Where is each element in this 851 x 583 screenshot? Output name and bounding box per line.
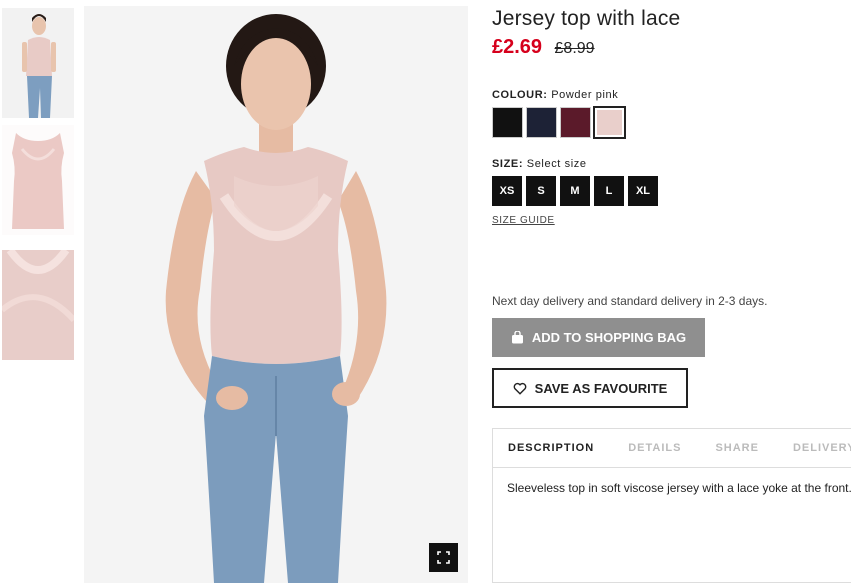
- thumbnail-top-front[interactable]: [2, 125, 74, 235]
- description-text: Sleeveless top in soft viscose jersey wi…: [507, 481, 851, 495]
- size-options: XS S M L XL: [492, 176, 662, 206]
- colour-swatches: [492, 106, 628, 139]
- price-row: £2.69 £8.99: [492, 36, 595, 59]
- size-button-xl[interactable]: XL: [628, 176, 658, 206]
- save-favourite-button[interactable]: SAVE AS FAVOURITE: [492, 368, 688, 408]
- colour-label-key: COLOUR:: [492, 89, 548, 101]
- tab-details[interactable]: DETAILS: [628, 442, 681, 454]
- tab-bar: DESCRIPTION DETAILS SHARE DELIVERY A: [493, 429, 851, 468]
- tab-share[interactable]: SHARE: [715, 442, 759, 454]
- thumbnail-image-detail: [2, 250, 74, 360]
- size-button-xs[interactable]: XS: [492, 176, 522, 206]
- size-label: SIZE: Select size: [492, 158, 587, 170]
- colour-label: COLOUR: Powder pink: [492, 89, 618, 101]
- thumbnail-model-front[interactable]: [2, 8, 74, 118]
- size-placeholder: Select size: [526, 158, 587, 170]
- price-current: £2.69: [492, 36, 543, 58]
- size-button-l[interactable]: L: [594, 176, 624, 206]
- fullscreen-icon: [437, 551, 450, 564]
- thumbnail-lace-detail[interactable]: [2, 250, 74, 360]
- tab-description[interactable]: DESCRIPTION: [508, 442, 594, 454]
- size-label-key: SIZE:: [492, 158, 524, 170]
- add-to-bag-label: ADD TO SHOPPING BAG: [531, 330, 687, 345]
- heart-icon: [513, 382, 526, 395]
- swatch-powder-pink[interactable]: [593, 106, 626, 139]
- size-button-s[interactable]: S: [526, 176, 556, 206]
- swatch-burgundy[interactable]: [560, 107, 591, 138]
- product-title: Jersey top with lace: [492, 7, 681, 30]
- thumbnail-image-model: [2, 8, 74, 118]
- size-guide-link[interactable]: SIZE GUIDE: [492, 215, 555, 226]
- delivery-info: Next day delivery and standard delivery …: [492, 294, 768, 308]
- fullscreen-button[interactable]: [429, 543, 458, 572]
- thumbnail-image-top: [2, 125, 74, 235]
- product-photo: [84, 6, 468, 583]
- swatch-black[interactable]: [492, 107, 523, 138]
- main-product-image[interactable]: [84, 6, 468, 583]
- size-button-m[interactable]: M: [560, 176, 590, 206]
- colour-selected-value: Powder pink: [551, 89, 619, 101]
- shopping-bag-icon: [511, 331, 523, 344]
- add-to-bag-button[interactable]: ADD TO SHOPPING BAG: [492, 318, 705, 357]
- tab-delivery[interactable]: DELIVERY A: [793, 442, 851, 454]
- save-favourite-label: SAVE AS FAVOURITE: [534, 380, 668, 396]
- price-old: £8.99: [554, 40, 595, 57]
- swatch-dark-blue[interactable]: [526, 107, 557, 138]
- product-info-tabs: DESCRIPTION DETAILS SHARE DELIVERY A Sle…: [492, 428, 851, 583]
